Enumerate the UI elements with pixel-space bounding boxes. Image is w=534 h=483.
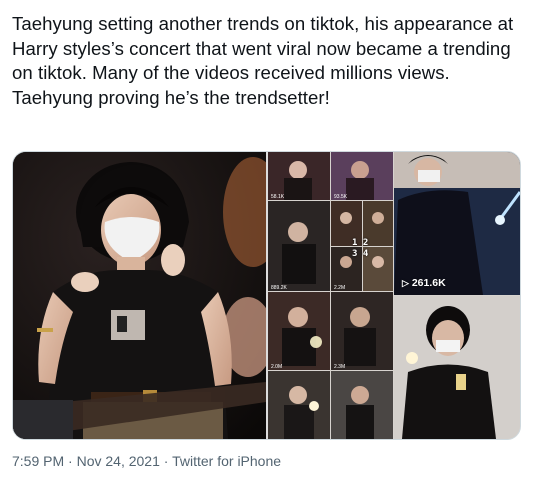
view-count: 2.3M (334, 364, 346, 370)
tweet-text: Taehyung setting another trends on tikto… (12, 13, 514, 108)
tweet-metadata: 7:59 PM · Nov 24, 2021 · Twitter for iPh… (12, 453, 281, 469)
view-count: 889.2K (271, 285, 287, 291)
view-count: 93.5K (334, 194, 348, 200)
tweet-source[interactable]: Twitter for iPhone (172, 453, 281, 469)
tiktok-collage[interactable]: 58.1K 93.5K 889.2K 2.2M 2.0M 2.3M 1 2 3 … (268, 152, 520, 439)
view-count: 2.2M (334, 285, 346, 291)
tweet-date[interactable]: Nov 24, 2021 (77, 453, 160, 469)
play-icon: ▷ (402, 278, 409, 288)
meta-separator: · (163, 453, 169, 469)
meta-separator: · (68, 453, 73, 469)
concert-photo-image (13, 152, 266, 439)
tweet-time[interactable]: 7:59 PM (12, 453, 64, 469)
tweet-media[interactable]: 58.1K 93.5K 889.2K 2.2M 2.0M 2.3M 1 2 3 … (12, 151, 521, 440)
concert-photo[interactable] (13, 152, 266, 439)
view-count: 58.1K (271, 194, 285, 200)
tiktok-collage-image (268, 152, 520, 439)
grid-number-label: 1 2 (352, 238, 369, 248)
grid-number-label: 3 4 (352, 249, 369, 259)
view-count: 2.0M (271, 364, 283, 370)
view-count-large: ▷ 261.6K (402, 277, 446, 289)
